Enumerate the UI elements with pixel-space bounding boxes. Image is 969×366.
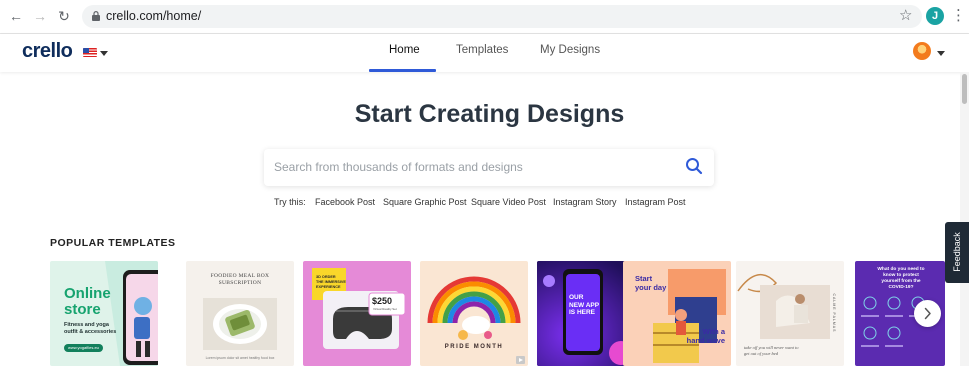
new-app-line: IS HERE bbox=[569, 309, 596, 316]
crello-logo[interactable]: crello bbox=[22, 40, 73, 63]
online-store-title-line: store bbox=[64, 301, 101, 318]
active-tab-indicator bbox=[369, 69, 436, 72]
template-card-vr-sale[interactable]: 3D ORDER THE IMMERSIVE EXPERIENCE $250 V… bbox=[303, 261, 411, 366]
template-card-food-box[interactable]: FOODIEO MEAL BOX SUBSCRIPTION Lorem ipsu… bbox=[186, 261, 294, 366]
account-caret-icon[interactable] bbox=[937, 51, 945, 56]
new-app-line: OUR bbox=[569, 294, 584, 301]
browser-menu-icon[interactable]: ⋮ bbox=[951, 6, 966, 24]
new-app-text: OUR NEW APP IS HERE bbox=[569, 294, 599, 317]
food-plate-artwork bbox=[203, 298, 277, 350]
start-day-title-line: your day bbox=[635, 282, 667, 292]
vr-price-sub: Virtual Reality Set bbox=[373, 307, 397, 311]
reload-icon[interactable]: ↻ bbox=[56, 8, 72, 24]
start-day-subtitle-line: hand wave bbox=[686, 335, 725, 345]
tab-home[interactable]: Home bbox=[389, 44, 420, 56]
start-day-subtitle: With a hand wave bbox=[675, 327, 725, 345]
tab-my-designs[interactable]: My Designs bbox=[540, 44, 600, 56]
try-this-label: Try this: bbox=[274, 197, 306, 207]
food-box-caption: Lorem ipsum dolor sit amet healthy food … bbox=[205, 356, 275, 360]
start-day-title: Start your day bbox=[635, 274, 667, 292]
pride-title: PRIDE MONTH bbox=[444, 344, 504, 350]
carousel-next-button[interactable] bbox=[914, 300, 941, 327]
calme-palmas-quote: take off you will never want to get out … bbox=[744, 345, 799, 356]
lock-icon bbox=[92, 11, 100, 21]
template-card-pride-month[interactable]: PRIDE MONTH bbox=[420, 261, 528, 366]
browser-toolbar: ← → ↻ crello.com/home/ ☆ J ⋮ bbox=[0, 0, 969, 34]
popular-templates-heading: POPULAR TEMPLATES bbox=[50, 237, 176, 249]
search-input[interactable] bbox=[274, 157, 674, 177]
url-text: crello.com/home/ bbox=[106, 9, 202, 23]
pride-rainbow-artwork bbox=[427, 276, 525, 364]
new-app-line: NEW APP bbox=[569, 301, 600, 309]
vr-price: $250 bbox=[372, 296, 393, 306]
feedback-label: Feedback bbox=[952, 232, 962, 272]
online-store-subtitle-line: outfit & accessories bbox=[64, 329, 117, 335]
app-header: crello Home Templates My Designs bbox=[0, 34, 969, 72]
online-store-subtitle: Fitness and yoga outfit & accessories bbox=[64, 322, 116, 336]
calme-palmas-side-text: CALME PALMAS bbox=[832, 293, 836, 333]
template-card-online-store[interactable]: Online store Fitness and yoga outfit & a… bbox=[50, 261, 158, 366]
bookmark-star-icon[interactable]: ☆ bbox=[899, 6, 912, 24]
search-icon[interactable] bbox=[685, 157, 703, 175]
forward-arrow-icon[interactable]: → bbox=[32, 8, 48, 24]
browser-profile-avatar[interactable]: J bbox=[926, 7, 944, 25]
feedback-tab[interactable]: Feedback bbox=[945, 222, 969, 283]
tab-templates[interactable]: Templates bbox=[456, 44, 508, 56]
user-avatar[interactable] bbox=[913, 42, 931, 60]
online-store-button-text: www.yogafiles.eu bbox=[68, 345, 99, 350]
suggestion-square-graphic-post[interactable]: Square Graphic Post bbox=[383, 197, 467, 207]
language-caret-icon[interactable] bbox=[100, 51, 108, 56]
us-flag-icon[interactable] bbox=[83, 48, 97, 57]
vr-tag-line: EXPERIENCE bbox=[316, 285, 341, 289]
suggestion-square-video-post[interactable]: Square Video Post bbox=[471, 197, 546, 207]
back-arrow-icon[interactable]: ← bbox=[8, 8, 24, 24]
search-box bbox=[264, 149, 714, 186]
online-store-subtitle-line: Fitness and yoga bbox=[64, 322, 109, 328]
template-card-start-day[interactable]: Start your day With a hand wave bbox=[623, 261, 731, 366]
page-headline: Start Creating Designs bbox=[354, 100, 625, 128]
template-card-calme-palmas[interactable]: CALME PALMAS take off you will never wan… bbox=[736, 261, 844, 366]
suggestion-facebook-post[interactable]: Facebook Post bbox=[315, 197, 375, 207]
suggestion-instagram-post[interactable]: Instagram Post bbox=[625, 197, 686, 207]
vr-tag: 3D ORDER THE IMMERSIVE EXPERIENCE bbox=[316, 275, 346, 290]
address-bar[interactable]: crello.com/home/ bbox=[82, 5, 922, 28]
chevron-right-icon bbox=[924, 307, 931, 320]
suggestion-instagram-story[interactable]: Instagram Story bbox=[553, 197, 617, 207]
online-store-title: Online store bbox=[64, 286, 111, 318]
online-store-title-line: Online bbox=[64, 285, 111, 302]
